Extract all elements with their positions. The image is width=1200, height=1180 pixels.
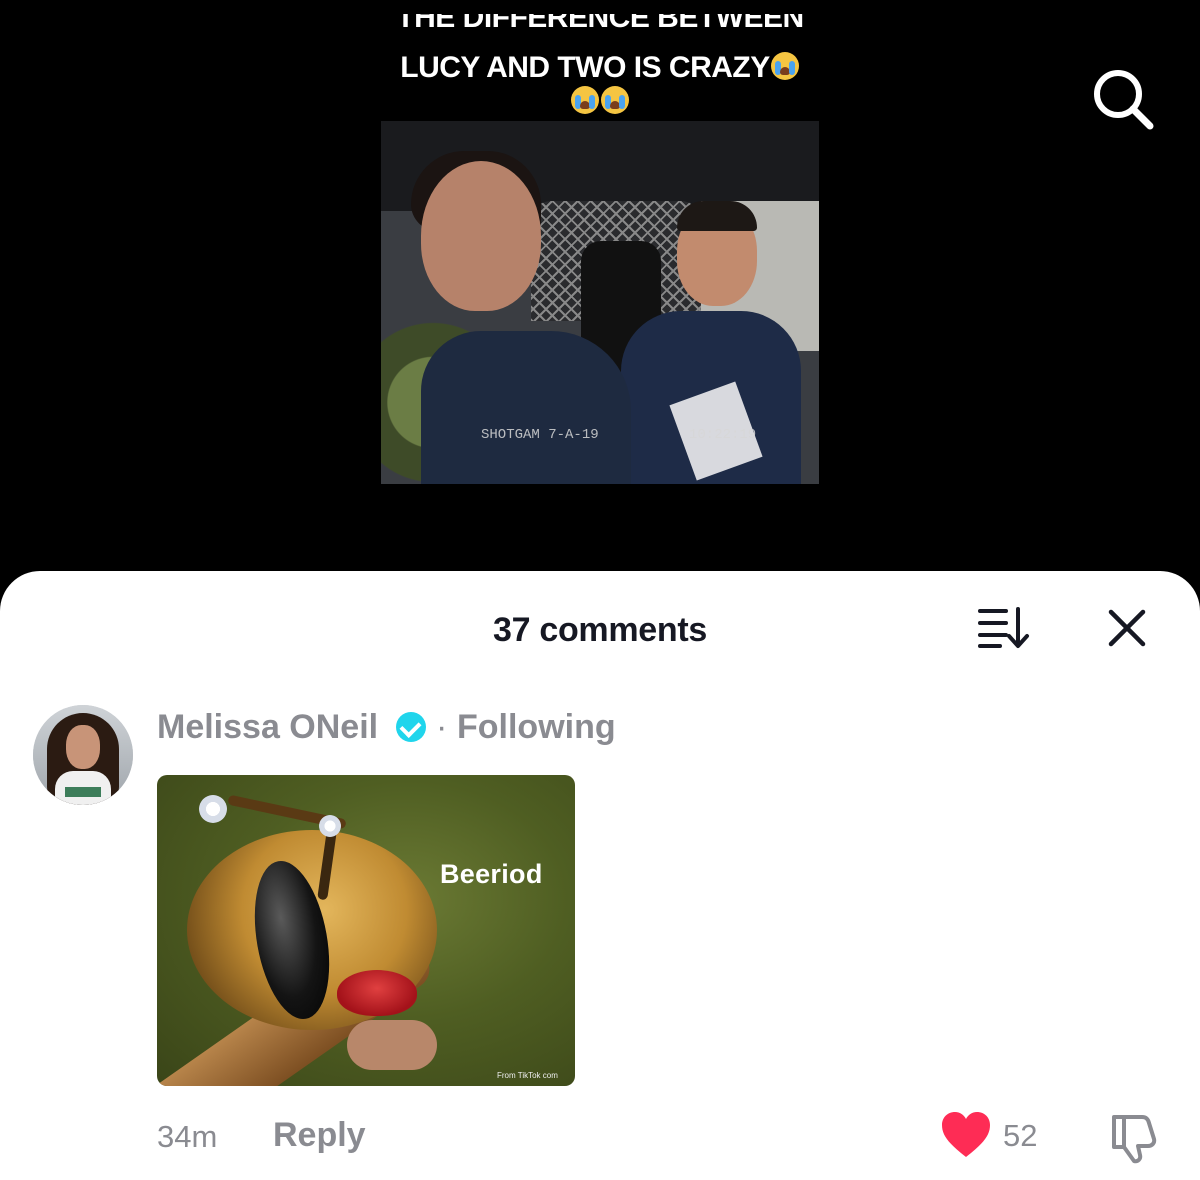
video-caption-line1: THE DIFFERENCE BETWEEN [396, 14, 804, 34]
avatar[interactable] [33, 705, 133, 805]
follow-status: Following [457, 708, 616, 746]
sort-icon[interactable] [976, 605, 1032, 649]
search-icon[interactable] [1088, 64, 1158, 134]
gem-decoration [319, 815, 341, 837]
comment-sticker-image[interactable]: Beeriod From TikTok com [157, 775, 575, 1086]
crying-emoji-icon [571, 86, 599, 114]
verified-badge-icon [396, 712, 426, 742]
separator-dot: · [436, 708, 448, 746]
like-count: 52 [1003, 1118, 1038, 1153]
comment-timestamp: 34m [157, 1119, 218, 1154]
video-thumbnail[interactable]: SHOTGAM 7-A-19 10:22:19 [381, 121, 819, 484]
reply-button[interactable]: Reply [273, 1116, 366, 1155]
video-player[interactable]: THE DIFFERENCE BETWEEN LUCY AND TWO IS C… [0, 0, 1200, 600]
comments-sheet: 37 comments Melissa ONeil · Following Be… [0, 571, 1200, 1180]
crying-emoji-icon [601, 86, 629, 114]
thumbs-down-icon[interactable] [1106, 1111, 1160, 1165]
close-icon[interactable] [1106, 607, 1148, 649]
gem-decoration [199, 795, 227, 823]
video-caption-emojis [300, 86, 900, 118]
sticker-watermark: From TikTok com [497, 1071, 558, 1080]
heart-icon[interactable] [940, 1111, 992, 1159]
comment-username[interactable]: Melissa ONeil [157, 708, 378, 747]
crying-emoji-icon [770, 52, 799, 80]
video-caption-line2: LUCY AND TWO IS CRAZY [300, 52, 900, 84]
sticker-caption: Beeriod [440, 859, 543, 889]
